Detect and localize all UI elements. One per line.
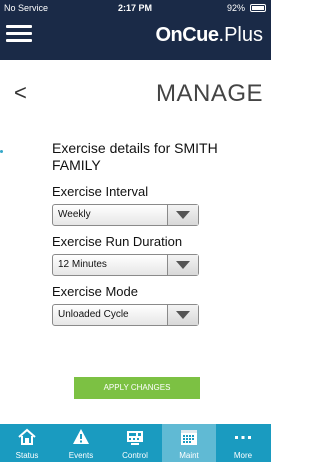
chevron-down-icon: [167, 305, 198, 325]
status-time: 2:17 PM: [118, 3, 153, 13]
logo-text-bold: OnCue: [155, 24, 219, 46]
duration-select[interactable]: 12 Minutes: [52, 254, 199, 276]
interval-label: Exercise Interval: [52, 184, 149, 199]
back-button[interactable]: <: [14, 80, 27, 106]
exercise-form: Exercise details for SMITH FAMILY Exerci…: [52, 140, 242, 334]
chevron-down-icon: [167, 205, 198, 225]
tab-status-label: Status: [15, 451, 39, 460]
tab-maint[interactable]: Maint: [162, 424, 216, 462]
form-heading: Exercise details for SMITH FAMILY: [52, 140, 218, 173]
tab-status[interactable]: Status: [0, 424, 54, 462]
tab-maint-label: Maint: [179, 451, 199, 460]
duration-label: Exercise Run Duration: [52, 234, 183, 249]
apply-changes-button[interactable]: APPLY CHANGES: [74, 377, 200, 399]
interval-value: Weekly: [58, 209, 91, 220]
app-logo: OnCue.Plus: [155, 24, 263, 47]
header-bar: No Service 2:17 PM 92% OnCue.Plus: [0, 0, 271, 60]
tab-events[interactable]: Events: [54, 424, 108, 462]
tab-more-label: More: [233, 451, 253, 460]
status-bar: No Service 2:17 PM 92%: [0, 0, 271, 16]
edge-indicator-dot: [0, 150, 3, 153]
app-screen: No Service 2:17 PM 92% OnCue.Plus < MANA…: [0, 0, 271, 462]
hamburger-menu-icon[interactable]: [6, 24, 32, 44]
tab-events-label: Events: [68, 451, 94, 460]
more-dots-icon: [235, 436, 251, 439]
tab-control-label: Control: [122, 451, 148, 460]
page-title: MANAGE: [155, 80, 263, 107]
duration-value: 12 Minutes: [58, 259, 107, 270]
battery-icon: [250, 4, 266, 12]
bottom-tab-bar: Status Events Control Maint More: [0, 424, 271, 462]
control-panel-icon: [127, 431, 143, 445]
interval-select[interactable]: Weekly: [52, 204, 199, 226]
mode-select[interactable]: Unloaded Cycle: [52, 304, 199, 326]
mode-value: Unloaded Cycle: [58, 309, 129, 320]
tab-control[interactable]: Control: [108, 424, 162, 462]
mode-label: Exercise Mode: [52, 284, 138, 299]
tab-more[interactable]: More: [216, 424, 271, 462]
carrier-text: No Service: [4, 3, 49, 13]
logo-text-light: .Plus: [218, 24, 263, 46]
chevron-down-icon: [167, 255, 198, 275]
battery-percent: 92%: [226, 3, 245, 13]
warning-icon: [73, 429, 89, 444]
calendar-icon: [181, 430, 197, 445]
home-icon: [18, 428, 36, 445]
